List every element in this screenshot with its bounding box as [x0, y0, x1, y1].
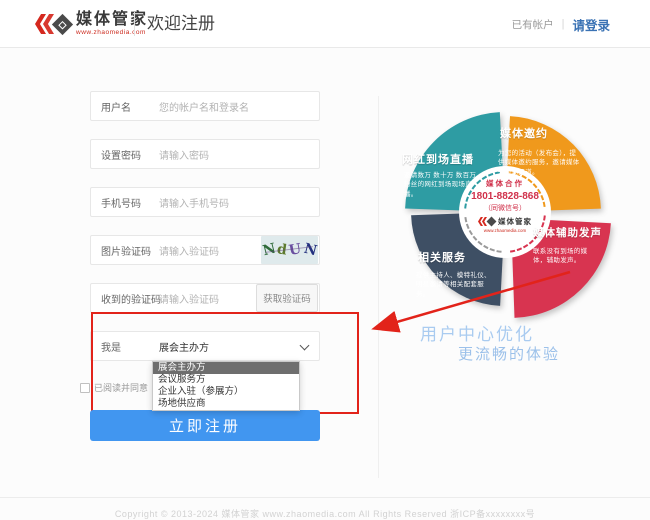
dropdown-option-venue[interactable]: 场地供应商	[153, 398, 299, 410]
captcha-letter: N	[302, 241, 318, 260]
caption-smoother: 更流畅的体验	[458, 343, 560, 364]
dropdown-option-conference[interactable]: 会议服务方	[153, 374, 299, 386]
header-divider	[134, 12, 135, 36]
footer-divider	[0, 497, 650, 498]
phone-placeholder: 请输入手机号码	[159, 195, 229, 210]
phone-label: 手机号码	[101, 195, 159, 210]
brand-logo[interactable]: 媒体管家 www.zhaomedia.com	[35, 7, 148, 41]
center-brand-url: www.zhaomedia.com	[461, 228, 549, 233]
password-label: 设置密码	[101, 147, 159, 162]
get-code-button[interactable]: 获取验证码	[256, 284, 318, 312]
role-select[interactable]: 我是 展会主办方	[90, 331, 320, 361]
brand-logo-icon	[35, 7, 76, 41]
login-link[interactable]: 请登录	[572, 15, 610, 34]
brand-url: www.zhaomedia.com	[76, 30, 148, 37]
register-button[interactable]: 立即注册	[90, 410, 320, 441]
chevron-down-icon	[300, 341, 310, 351]
phone-field[interactable]: 手机号码 请输入手机号码	[90, 187, 320, 217]
role-selected-value: 展会主办方	[159, 339, 209, 354]
captcha-letter: U	[288, 241, 303, 259]
segment-desc-media-voice: 联系没有到场的媒体，辅助发声。	[533, 247, 597, 266]
password-placeholder: 请输入密码	[159, 147, 209, 162]
diagram-center: 媒体合作 1801-8828-868 （同微信号） 媒体管家 www.zhaom…	[461, 178, 549, 233]
brand-name: 媒体管家	[76, 12, 148, 28]
segment-title-related: 相关服务	[418, 249, 498, 265]
caption-user-center: 用户中心优化	[420, 320, 534, 345]
image-captcha-placeholder: 请输入验证码	[159, 243, 219, 258]
agreement-text: 已阅读并同意《	[94, 381, 157, 394]
media-services-diagram: 网红到场直播 邀请数万 数十万 数百万粉丝的网红到场现场直播。 媒体邀约 为您的…	[385, 98, 650, 328]
agreement-checkbox[interactable]	[80, 383, 90, 393]
footer-copyright: Copyright © 2013-2024 媒体管家 www.zhaomedia…	[0, 507, 650, 520]
existing-account-label: 已有帐户	[512, 17, 554, 32]
role-label: 我是	[101, 339, 159, 354]
separator: |	[562, 18, 565, 30]
segment-title-influencer: 网红到场直播	[402, 151, 492, 167]
role-dropdown-list: 展会主办方 会议服务方 企业入驻（参展方） 场地供应商	[152, 361, 300, 411]
dropdown-option-organizer[interactable]: 展会主办方	[153, 362, 299, 374]
image-captcha-label: 图片验证码	[101, 243, 159, 258]
password-field[interactable]: 设置密码 请输入密码	[90, 139, 320, 169]
segment-desc-related: 提供主持人、模特礼仪、明星邀请等相关配套服务。	[416, 271, 494, 299]
header: 媒体管家 www.zhaomedia.com 欢迎注册 已有帐户 | 请登录	[0, 0, 650, 48]
segment-title-media-invite: 媒体邀约	[500, 125, 590, 141]
username-placeholder: 您的帐户名和登录名	[159, 99, 249, 114]
segment-desc-media-invite: 为您的活动（发布会），提供媒体邀约服务，邀请媒体来现场报道。	[498, 149, 582, 177]
center-phone-number: 1801-8828-868	[461, 191, 549, 202]
center-cooperation-label: 媒体合作	[461, 178, 549, 189]
sms-code-label: 收到的验证码	[101, 291, 159, 306]
username-field[interactable]: 用户名 您的帐户名和登录名	[90, 91, 320, 121]
page-title: 欢迎注册	[147, 0, 215, 48]
dropdown-option-exhibitor[interactable]: 企业入驻（参展方）	[153, 386, 299, 398]
center-wechat-note: （同微信号）	[461, 203, 549, 213]
sms-code-placeholder: 请输入验证码	[159, 291, 219, 306]
vertical-divider	[378, 96, 379, 478]
center-brand-logo: 媒体管家	[461, 216, 549, 227]
username-label: 用户名	[101, 99, 159, 114]
captcha-image[interactable]: N d U N	[261, 236, 318, 264]
